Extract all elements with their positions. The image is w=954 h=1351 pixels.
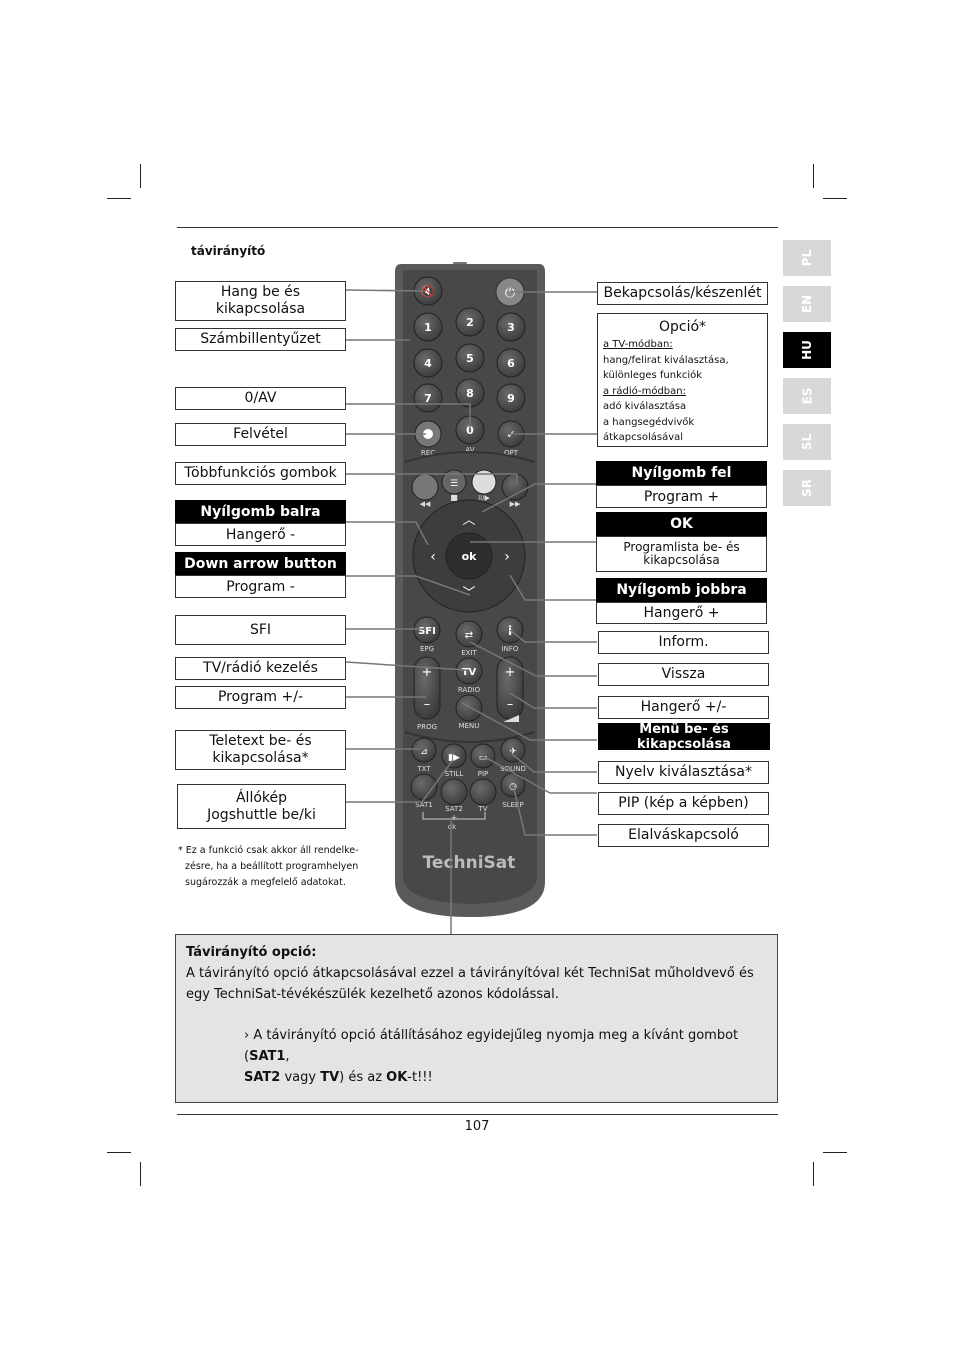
label-arrow-right-sub: Hangerő + bbox=[596, 602, 767, 624]
label-pip: PIP (kép a képben) bbox=[598, 792, 769, 815]
page-number: 107 bbox=[464, 1119, 490, 1134]
label-option: Opció* a TV-módban: hang/felirat kiválas… bbox=[597, 313, 768, 447]
footnote: * Ez a funkció csak akkor áll rendelke- … bbox=[178, 845, 359, 888]
infobox-body-line: A távirányító opció átkapcsolásával ezze… bbox=[186, 966, 754, 981]
label-record: Felvétel bbox=[175, 423, 346, 446]
infobox-title: Távirányító opció: bbox=[186, 945, 317, 960]
label-arrow-left-sub: Hangerő - bbox=[175, 523, 346, 546]
label-info: Inform. bbox=[598, 631, 769, 654]
label-program-pm: Program +/- bbox=[175, 686, 346, 709]
remote-option-infobox: Távirányító opció: A távirányító opció á… bbox=[175, 934, 778, 1103]
label-av: 0/AV bbox=[175, 387, 346, 410]
label-numpad: Számbillentyűzet bbox=[175, 328, 346, 351]
label-arrow-up-title: Nyílgomb fel bbox=[596, 461, 767, 485]
label-language: Nyelv kiválasztása* bbox=[598, 761, 769, 784]
infobox-body-line: egy TechniSat-tévékészülék kezelhető azo… bbox=[186, 987, 559, 1002]
label-arrow-up-sub: Program + bbox=[596, 485, 767, 508]
label-menu: Menü be- és kikapcsolása bbox=[598, 722, 770, 752]
infobox-step: › A távirányító opció átállításához egyi… bbox=[244, 1028, 739, 1085]
connector-lines bbox=[345, 289, 597, 948]
label-arrow-down-title: Down arrow button bbox=[175, 552, 346, 575]
label-arrow-down-sub: Program - bbox=[175, 575, 346, 598]
label-multifunction: Többfunkciós gombok bbox=[175, 462, 346, 485]
label-back: Vissza bbox=[598, 663, 769, 686]
label-power: Bekapcsolás/készenlét bbox=[597, 282, 768, 305]
label-still: Állókép Jogshuttle be/ki bbox=[177, 784, 346, 829]
label-volume-pm: Hangerő +/- bbox=[598, 696, 769, 719]
label-mute: Hang be és kikapcsolása bbox=[175, 281, 346, 321]
label-ok-title: OK bbox=[596, 512, 767, 536]
label-sfi: SFI bbox=[175, 615, 346, 645]
label-ok-sub: Programlista be- és kikapcsolása bbox=[596, 536, 767, 572]
label-sleep: Elalváskapcsoló bbox=[598, 824, 769, 847]
label-arrow-right-title: Nyílgomb jobbra bbox=[596, 578, 767, 602]
label-teletext: Teletext be- és kikapcsolása* bbox=[175, 730, 346, 770]
label-arrow-left-title: Nyílgomb balra bbox=[175, 500, 346, 523]
label-tv-radio: TV/rádió kezelés bbox=[175, 657, 346, 680]
